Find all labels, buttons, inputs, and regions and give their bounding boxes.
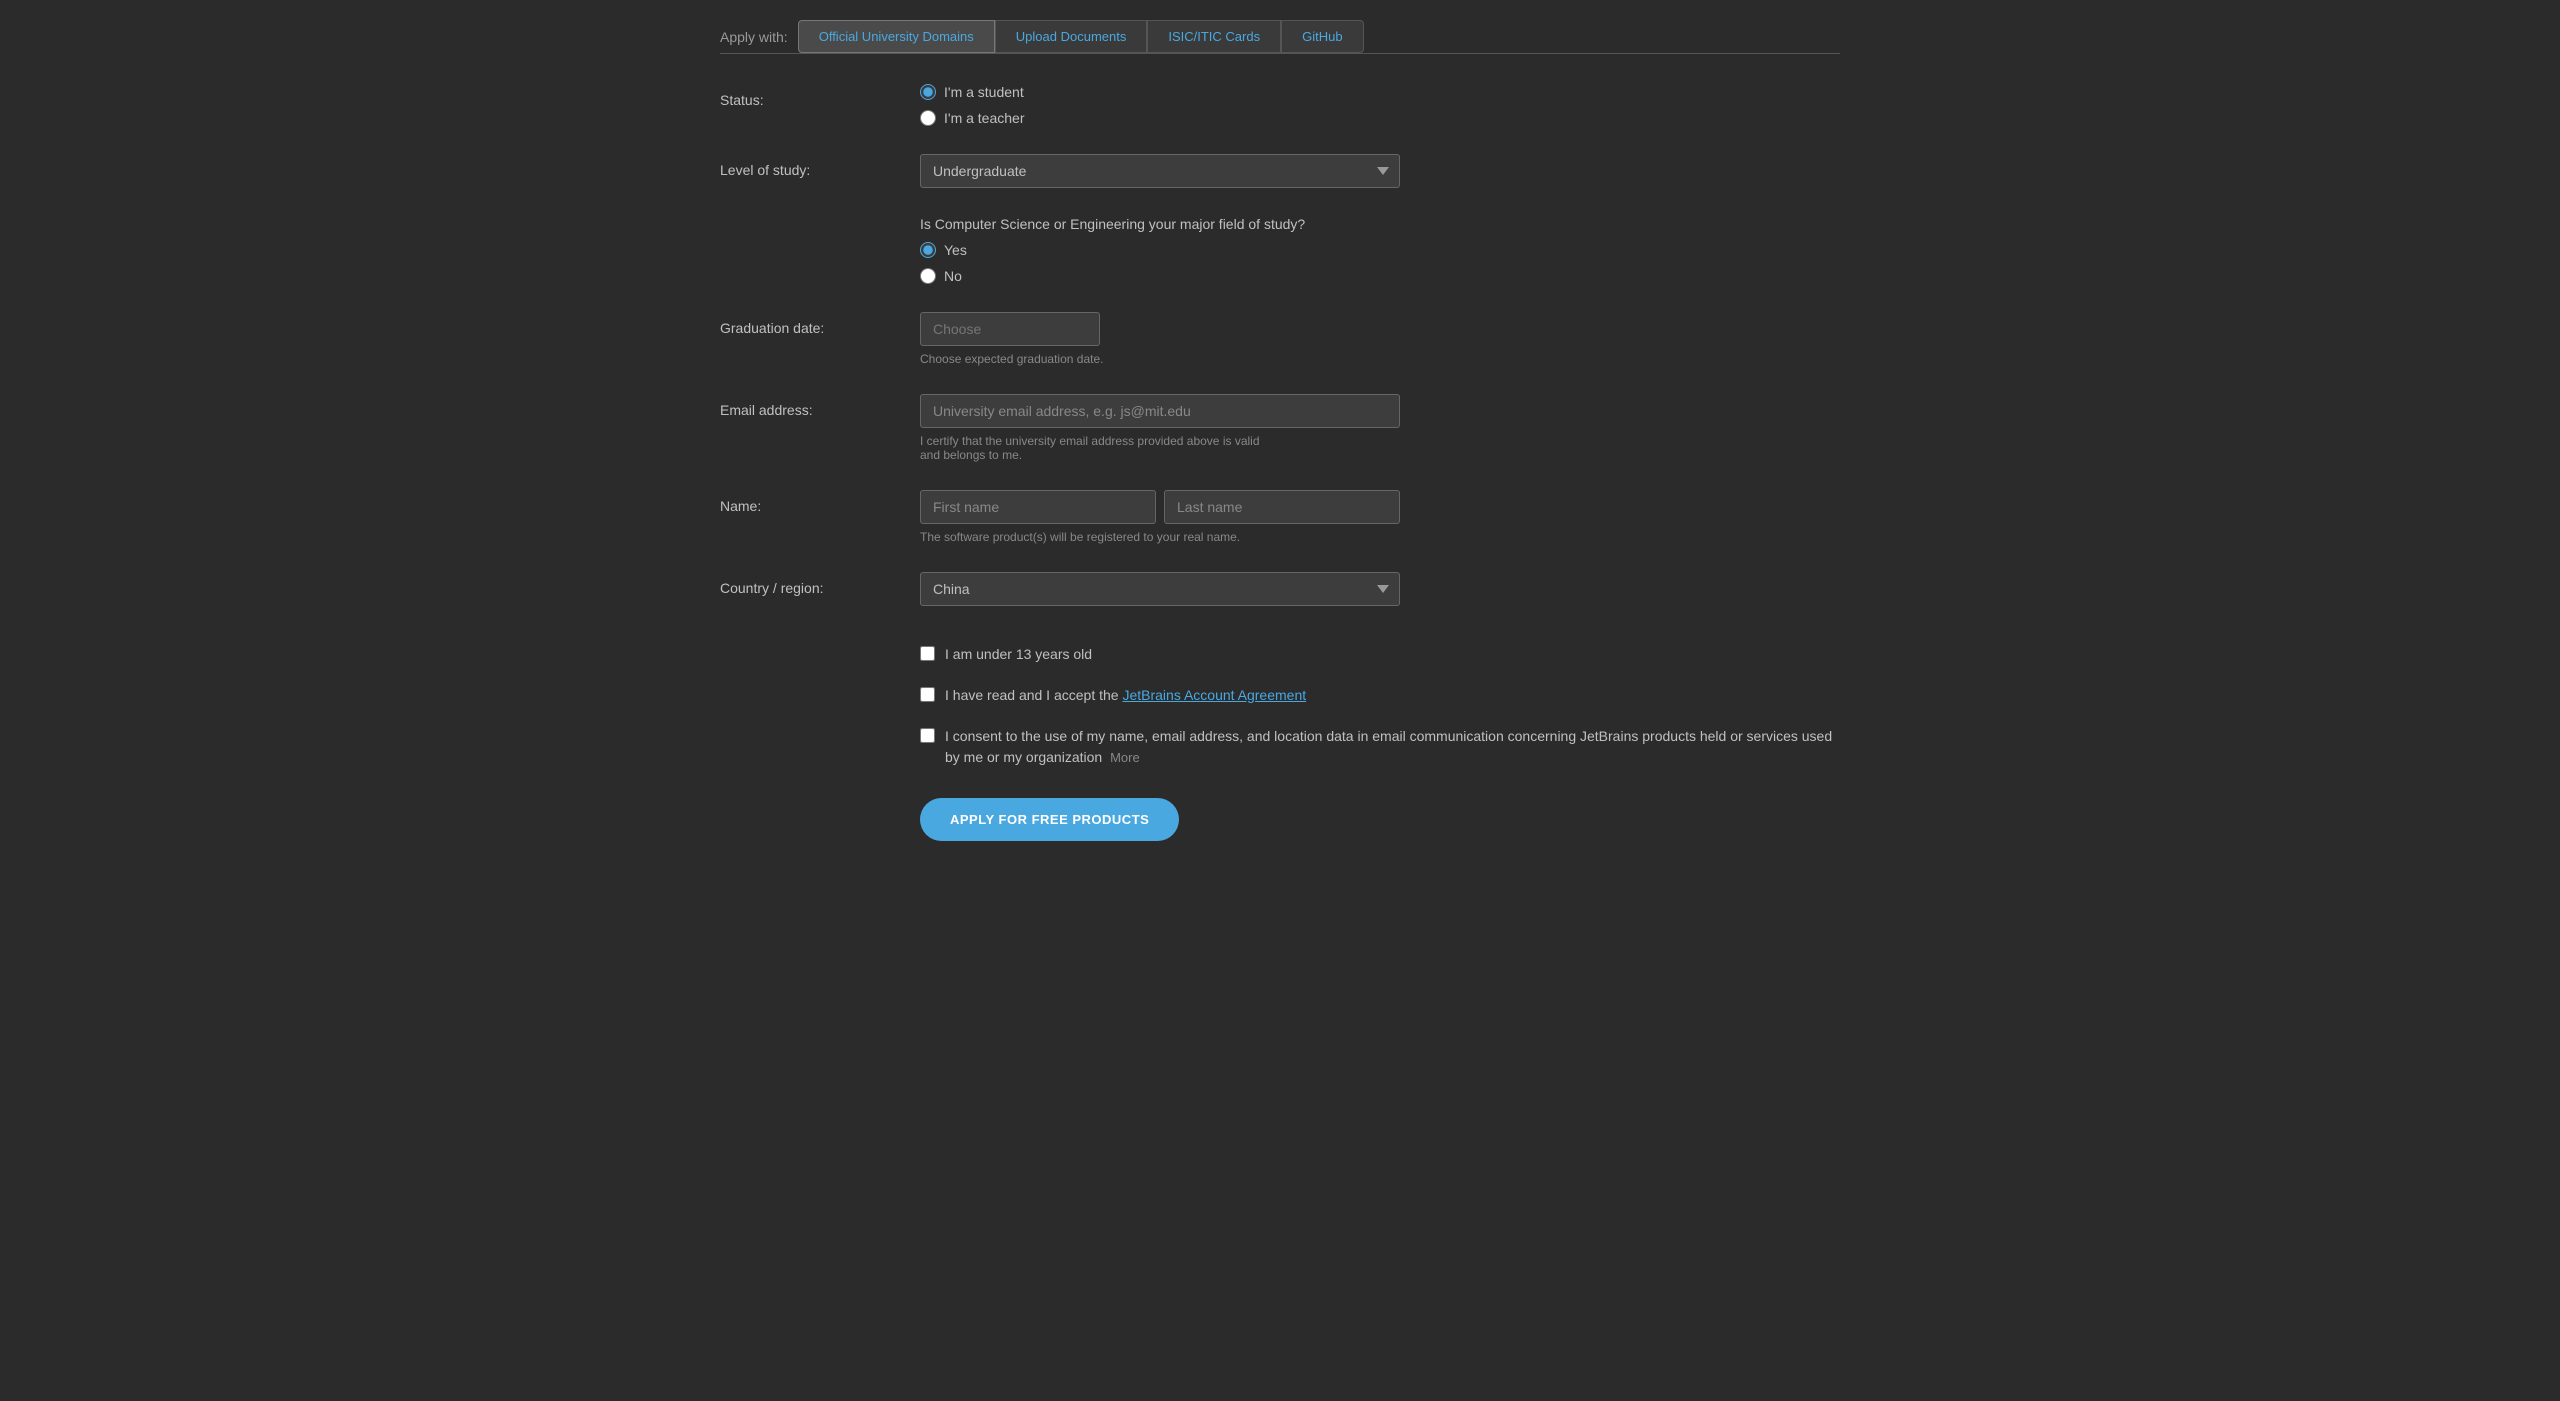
name-label: Name: bbox=[720, 490, 920, 514]
consent-text: I consent to the use of my name, email a… bbox=[945, 728, 1832, 765]
nav-tabs: Official University Domains Upload Docum… bbox=[798, 20, 1364, 53]
email-row: Email address: I certify that the univer… bbox=[720, 394, 1840, 462]
consent-checkbox[interactable] bbox=[920, 728, 935, 743]
agreement-checkbox[interactable] bbox=[920, 687, 935, 702]
under13-checkbox[interactable] bbox=[920, 646, 935, 661]
status-teacher-radio[interactable] bbox=[920, 110, 936, 126]
country-field: China United States Other bbox=[920, 572, 1400, 606]
status-student-label: I'm a student bbox=[944, 84, 1024, 100]
agreement-row: I have read and I accept the JetBrains A… bbox=[720, 685, 1840, 706]
application-form: Status: I'm a student I'm a teacher Leve… bbox=[720, 84, 1840, 841]
email-hint-line1: I certify that the university email addr… bbox=[920, 434, 1260, 448]
graduation-input[interactable] bbox=[920, 312, 1100, 346]
level-of-study-row: Level of study: Undergraduate Graduate P… bbox=[720, 154, 1840, 188]
first-name-input[interactable] bbox=[920, 490, 1156, 524]
tab-isic-itic[interactable]: ISIC/ITIC Cards bbox=[1147, 20, 1281, 53]
apply-with-bar: Apply with: Official University Domains … bbox=[720, 20, 1840, 54]
status-radio-group: I'm a student I'm a teacher bbox=[920, 84, 1400, 126]
status-row: Status: I'm a student I'm a teacher bbox=[720, 84, 1840, 126]
agreement-prefix: I have read and I accept the bbox=[945, 687, 1122, 703]
status-student-radio[interactable] bbox=[920, 84, 936, 100]
tab-official-university[interactable]: Official University Domains bbox=[798, 20, 995, 53]
country-row: Country / region: China United States Ot… bbox=[720, 572, 1840, 606]
name-row: Name: The software product(s) will be re… bbox=[720, 490, 1840, 544]
apply-button[interactable]: APPLY FOR FREE PRODUCTS bbox=[920, 798, 1179, 841]
cs-yes-option[interactable]: Yes bbox=[920, 242, 1400, 258]
status-student-option[interactable]: I'm a student bbox=[920, 84, 1400, 100]
graduation-label: Graduation date: bbox=[720, 312, 920, 336]
graduation-date-row: Graduation date: Choose expected graduat… bbox=[720, 312, 1840, 366]
name-field-container: The software product(s) will be register… bbox=[920, 490, 1400, 544]
cs-field: Is Computer Science or Engineering your … bbox=[920, 216, 1400, 284]
agreement-label: I have read and I accept the JetBrains A… bbox=[945, 685, 1306, 706]
status-label: Status: bbox=[720, 84, 920, 108]
cs-question-text: Is Computer Science or Engineering your … bbox=[920, 216, 1400, 232]
graduation-field: Choose expected graduation date. bbox=[920, 312, 1400, 366]
country-select[interactable]: China United States Other bbox=[920, 572, 1400, 606]
name-fields bbox=[920, 490, 1400, 524]
email-input[interactable] bbox=[920, 394, 1400, 428]
name-hint: The software product(s) will be register… bbox=[920, 530, 1400, 544]
tab-upload-documents[interactable]: Upload Documents bbox=[995, 20, 1148, 53]
email-hint-line2: and belongs to me. bbox=[920, 448, 1022, 462]
level-field: Undergraduate Graduate PhD bbox=[920, 154, 1400, 188]
status-field: I'm a student I'm a teacher bbox=[920, 84, 1400, 126]
consent-label: I consent to the use of my name, email a… bbox=[945, 726, 1840, 768]
last-name-input[interactable] bbox=[1164, 490, 1400, 524]
checkboxes-section: I am under 13 years old I have read and … bbox=[720, 644, 1840, 768]
level-label: Level of study: bbox=[720, 154, 920, 178]
under13-row: I am under 13 years old bbox=[720, 644, 1840, 665]
cs-no-option[interactable]: No bbox=[920, 268, 1400, 284]
submit-row: APPLY FOR FREE PRODUCTS bbox=[720, 798, 1840, 841]
cs-yes-label: Yes bbox=[944, 242, 967, 258]
apply-with-label: Apply with: bbox=[720, 29, 788, 45]
more-link[interactable]: More bbox=[1110, 750, 1140, 765]
under13-label: I am under 13 years old bbox=[945, 644, 1092, 665]
agreement-link[interactable]: JetBrains Account Agreement bbox=[1122, 687, 1306, 703]
email-field-container: I certify that the university email addr… bbox=[920, 394, 1400, 462]
tab-github[interactable]: GitHub bbox=[1281, 20, 1363, 53]
consent-row: I consent to the use of my name, email a… bbox=[720, 726, 1840, 768]
cs-no-label: No bbox=[944, 268, 962, 284]
cs-no-radio[interactable] bbox=[920, 268, 936, 284]
status-teacher-label: I'm a teacher bbox=[944, 110, 1025, 126]
cs-question-row: Is Computer Science or Engineering your … bbox=[720, 216, 1840, 284]
level-select[interactable]: Undergraduate Graduate PhD bbox=[920, 154, 1400, 188]
graduation-hint: Choose expected graduation date. bbox=[920, 352, 1400, 366]
status-teacher-option[interactable]: I'm a teacher bbox=[920, 110, 1400, 126]
cs-radio-group: Yes No bbox=[920, 242, 1400, 284]
email-label: Email address: bbox=[720, 394, 920, 418]
cs-yes-radio[interactable] bbox=[920, 242, 936, 258]
country-label: Country / region: bbox=[720, 572, 920, 596]
cs-empty-label bbox=[720, 216, 920, 224]
email-hint: I certify that the university email addr… bbox=[920, 434, 1400, 462]
